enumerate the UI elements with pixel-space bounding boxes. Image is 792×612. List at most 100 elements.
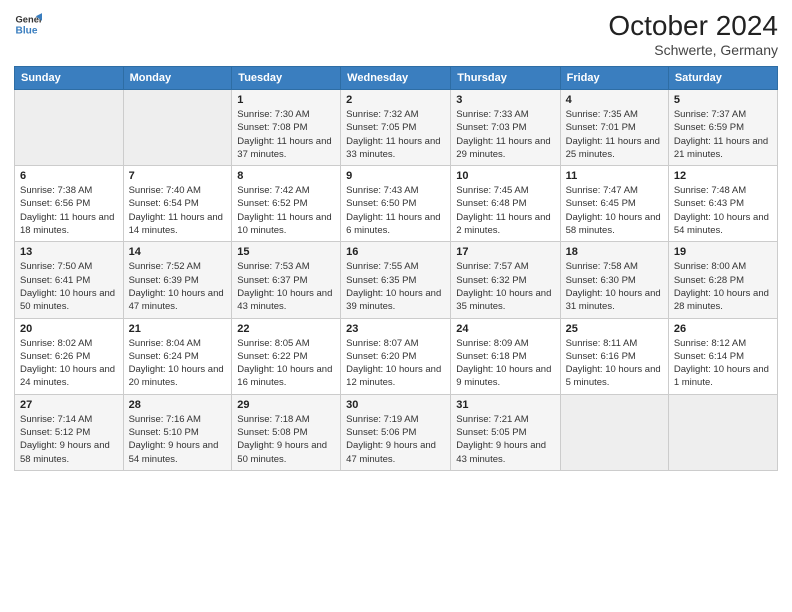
day-number: 15 [237, 246, 335, 258]
day-number: 25 [566, 323, 663, 335]
logo: General Blue [14, 10, 42, 38]
day-cell [15, 90, 124, 166]
logo-icon: General Blue [14, 10, 42, 38]
day-cell: 25 Sunrise: 8:11 AMSunset: 6:16 PMDayligh… [560, 318, 668, 394]
day-info: Sunrise: 8:07 AMSunset: 6:20 PMDaylight:… [346, 337, 445, 390]
day-cell: 29 Sunrise: 7:18 AMSunset: 5:08 PMDayligh… [232, 394, 341, 470]
day-info: Sunrise: 8:11 AMSunset: 6:16 PMDaylight:… [566, 337, 663, 390]
day-info: Sunrise: 7:16 AMSunset: 5:10 PMDaylight:… [129, 413, 227, 466]
weekday-sunday: Sunday [15, 67, 124, 90]
day-info: Sunrise: 7:43 AMSunset: 6:50 PMDaylight:… [346, 184, 445, 237]
day-number: 27 [20, 399, 118, 411]
day-number: 18 [566, 246, 663, 258]
day-number: 8 [237, 170, 335, 182]
day-info: Sunrise: 7:45 AMSunset: 6:48 PMDaylight:… [456, 184, 554, 237]
day-cell: 17Sunrise: 7:57 AMSunset: 6:32 PMDayligh… [451, 242, 560, 318]
day-cell: 21 Sunrise: 8:04 AMSunset: 6:24 PMDayligh… [123, 318, 232, 394]
svg-text:Blue: Blue [16, 25, 38, 36]
day-info: Sunrise: 7:50 AMSunset: 6:41 PMDaylight:… [20, 260, 118, 313]
day-cell: 28 Sunrise: 7:16 AMSunset: 5:10 PMDayligh… [123, 394, 232, 470]
weekday-tuesday: Tuesday [232, 67, 341, 90]
day-info: Sunrise: 8:09 AMSunset: 6:18 PMDaylight:… [456, 337, 554, 390]
day-cell: 8Sunrise: 7:42 AMSunset: 6:52 PMDaylight… [232, 166, 341, 242]
day-number: 29 [237, 399, 335, 411]
day-number: 26 [674, 323, 772, 335]
week-row-2: 6Sunrise: 7:38 AMSunset: 6:56 PMDaylight… [15, 166, 778, 242]
day-cell: 15 Sunrise: 7:53 AMSunset: 6:37 PMDayligh… [232, 242, 341, 318]
day-cell: 18 Sunrise: 7:58 AMSunset: 6:30 PMDayligh… [560, 242, 668, 318]
day-number: 31 [456, 399, 554, 411]
day-info: Sunrise: 7:21 AMSunset: 5:05 PMDaylight:… [456, 413, 554, 466]
day-info: Sunrise: 7:18 AMSunset: 5:08 PMDaylight:… [237, 413, 335, 466]
day-info: Sunrise: 7:55 AMSunset: 6:35 PMDaylight:… [346, 260, 445, 313]
weekday-saturday: Saturday [668, 67, 777, 90]
day-info: Sunrise: 8:02 AMSunset: 6:26 PMDaylight:… [20, 337, 118, 390]
day-number: 12 [674, 170, 772, 182]
week-row-4: 20 Sunrise: 8:02 AMSunset: 6:26 PMDayligh… [15, 318, 778, 394]
day-cell: 10 Sunrise: 7:45 AMSunset: 6:48 PMDayligh… [451, 166, 560, 242]
day-cell: 7 Sunrise: 7:40 AMSunset: 6:54 PMDaylight… [123, 166, 232, 242]
day-number: 17 [456, 246, 554, 258]
day-cell: 5Sunrise: 7:37 AMSunset: 6:59 PMDaylight… [668, 90, 777, 166]
calendar-body: 1 Sunrise: 7:30 AMSunset: 7:08 PMDaylight… [15, 90, 778, 471]
day-info: Sunrise: 7:38 AMSunset: 6:56 PMDaylight:… [20, 184, 118, 237]
day-cell: 30 Sunrise: 7:19 AMSunset: 5:06 PMDayligh… [341, 394, 451, 470]
day-cell: 19 Sunrise: 8:00 AMSunset: 6:28 PMDayligh… [668, 242, 777, 318]
day-number: 9 [346, 170, 445, 182]
location: Schwerte, Germany [608, 42, 778, 58]
day-number: 23 [346, 323, 445, 335]
day-cell: 1 Sunrise: 7:30 AMSunset: 7:08 PMDaylight… [232, 90, 341, 166]
day-info: Sunrise: 8:04 AMSunset: 6:24 PMDaylight:… [129, 337, 227, 390]
weekday-wednesday: Wednesday [341, 67, 451, 90]
day-cell: 27Sunrise: 7:14 AMSunset: 5:12 PMDayligh… [15, 394, 124, 470]
day-info: Sunrise: 7:33 AMSunset: 7:03 PMDaylight:… [456, 108, 554, 161]
day-number: 21 [129, 323, 227, 335]
day-cell: 24 Sunrise: 8:09 AMSunset: 6:18 PMDayligh… [451, 318, 560, 394]
title-block: October 2024 Schwerte, Germany [608, 10, 778, 58]
day-cell: 6Sunrise: 7:38 AMSunset: 6:56 PMDaylight… [15, 166, 124, 242]
day-info: Sunrise: 8:12 AMSunset: 6:14 PMDaylight:… [674, 337, 772, 390]
day-cell: 22 Sunrise: 8:05 AMSunset: 6:22 PMDayligh… [232, 318, 341, 394]
day-cell [668, 394, 777, 470]
day-number: 1 [237, 94, 335, 106]
day-info: Sunrise: 7:58 AMSunset: 6:30 PMDaylight:… [566, 260, 663, 313]
day-cell: 31 Sunrise: 7:21 AMSunset: 5:05 PMDayligh… [451, 394, 560, 470]
day-number: 7 [129, 170, 227, 182]
weekday-thursday: Thursday [451, 67, 560, 90]
day-cell: 13 Sunrise: 7:50 AMSunset: 6:41 PMDayligh… [15, 242, 124, 318]
day-info: Sunrise: 7:30 AMSunset: 7:08 PMDaylight:… [237, 108, 335, 161]
day-cell: 20 Sunrise: 8:02 AMSunset: 6:26 PMDayligh… [15, 318, 124, 394]
day-info: Sunrise: 7:52 AMSunset: 6:39 PMDaylight:… [129, 260, 227, 313]
month-title: October 2024 [608, 10, 778, 42]
weekday-header-row: SundayMondayTuesdayWednesdayThursdayFrid… [15, 67, 778, 90]
day-cell: 26 Sunrise: 8:12 AMSunset: 6:14 PMDayligh… [668, 318, 777, 394]
day-number: 20 [20, 323, 118, 335]
day-cell [560, 394, 668, 470]
day-number: 24 [456, 323, 554, 335]
weekday-monday: Monday [123, 67, 232, 90]
day-cell: 23 Sunrise: 8:07 AMSunset: 6:20 PMDayligh… [341, 318, 451, 394]
week-row-3: 13 Sunrise: 7:50 AMSunset: 6:41 PMDayligh… [15, 242, 778, 318]
day-info: Sunrise: 7:53 AMSunset: 6:37 PMDaylight:… [237, 260, 335, 313]
day-number: 2 [346, 94, 445, 106]
day-info: Sunrise: 7:40 AMSunset: 6:54 PMDaylight:… [129, 184, 227, 237]
week-row-5: 27Sunrise: 7:14 AMSunset: 5:12 PMDayligh… [15, 394, 778, 470]
weekday-friday: Friday [560, 67, 668, 90]
day-info: Sunrise: 7:19 AMSunset: 5:06 PMDaylight:… [346, 413, 445, 466]
day-info: Sunrise: 7:35 AMSunset: 7:01 PMDaylight:… [566, 108, 663, 161]
day-info: Sunrise: 8:00 AMSunset: 6:28 PMDaylight:… [674, 260, 772, 313]
day-number: 30 [346, 399, 445, 411]
day-info: Sunrise: 7:48 AMSunset: 6:43 PMDaylight:… [674, 184, 772, 237]
day-cell: 2Sunrise: 7:32 AMSunset: 7:05 PMDaylight… [341, 90, 451, 166]
day-number: 14 [129, 246, 227, 258]
day-number: 28 [129, 399, 227, 411]
page-header: General Blue October 2024 Schwerte, Germ… [14, 10, 778, 58]
day-cell: 16Sunrise: 7:55 AMSunset: 6:35 PMDayligh… [341, 242, 451, 318]
day-number: 19 [674, 246, 772, 258]
day-cell: 9 Sunrise: 7:43 AMSunset: 6:50 PMDaylight… [341, 166, 451, 242]
day-info: Sunrise: 8:05 AMSunset: 6:22 PMDaylight:… [237, 337, 335, 390]
day-number: 13 [20, 246, 118, 258]
day-number: 10 [456, 170, 554, 182]
day-cell: 12 Sunrise: 7:48 AMSunset: 6:43 PMDayligh… [668, 166, 777, 242]
day-number: 22 [237, 323, 335, 335]
